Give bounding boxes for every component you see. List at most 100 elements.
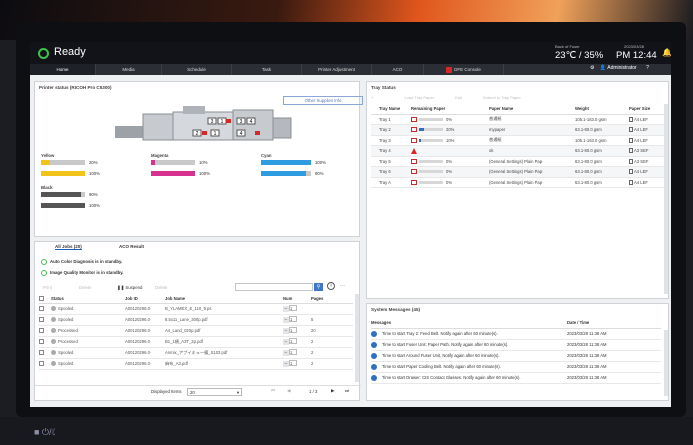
- job-checkbox[interactable]: [39, 328, 44, 334]
- tab-aco-result[interactable]: ACO Result: [119, 244, 144, 249]
- edit-tray-button[interactable]: Edit: [455, 95, 462, 100]
- job-row[interactable]: Processed A00120296.0· A4_Land_020p.pdf −1 2…: [39, 325, 353, 337]
- job-checkbox[interactable]: [39, 350, 44, 356]
- col-pages[interactable]: Pages: [311, 294, 353, 304]
- tab-aco[interactable]: ACO: [372, 64, 424, 75]
- message-row[interactable]: Time to start Tray 2: Feed Belt. Notify …: [371, 328, 661, 340]
- copies-input[interactable]: 1: [289, 349, 297, 356]
- tab-schedule[interactable]: Schedule: [162, 64, 232, 75]
- job-row[interactable]: Spooled A00120296.0· 麻布_A3.pdf −1 2: [39, 358, 353, 370]
- job-status-icon: [51, 317, 56, 323]
- user-name[interactable]: Administrator: [607, 65, 636, 71]
- supply-percent: 90%: [89, 191, 98, 197]
- job-name-cell: B1_1横_A3T_2p.pdf: [165, 336, 283, 348]
- tray-row[interactable]: Tray 4 ok 63.1-80.0 gsm A3 SEF: [371, 145, 667, 157]
- copies-input[interactable]: 1: [289, 327, 297, 334]
- header-bar: Ready Back of Fuser 23℃ / 35% 2023/03/28…: [30, 42, 671, 64]
- tab-media[interactable]: Media: [96, 64, 162, 75]
- extend-tray-button[interactable]: Extend to Tray Paper: [483, 95, 521, 100]
- tray-row[interactable]: Tray 3 10% 普通紙 105.1-163.0 gsm A4 LEF: [371, 135, 667, 146]
- message-row[interactable]: Time to start Paper Cooling Belt. Notify…: [371, 361, 661, 373]
- col-paper-size[interactable]: Paper Size: [629, 104, 667, 115]
- message-row[interactable]: Time to start Drawer: CIS Contact Glasse…: [371, 372, 661, 384]
- col-job-id[interactable]: Job ID: [125, 294, 165, 304]
- job-checkbox[interactable]: [39, 361, 44, 367]
- job-row[interactable]: Spooled A00120296.0· Anmix_アプイキュー備_S103.pd…: [39, 347, 353, 359]
- printer-illustration[interactable]: 3 1 3 4 2 1 4: [113, 104, 293, 144]
- suspend-button[interactable]: ❚❚ Suspend: [117, 285, 142, 291]
- paper-size-icon: [629, 179, 633, 185]
- search-icon[interactable]: ⚲: [314, 283, 323, 291]
- prev-page-icon[interactable]: ◀: [287, 388, 290, 394]
- info-icon[interactable]: i: [327, 282, 335, 290]
- delete-button-2[interactable]: Delete: [155, 285, 167, 290]
- displayed-items-select[interactable]: 20 ▾: [187, 388, 242, 396]
- load-tray-paper-button[interactable]: Load Tray Paper: [404, 95, 434, 100]
- copies-input[interactable]: 1: [289, 338, 297, 345]
- print-button[interactable]: Print: [43, 285, 52, 290]
- jobs-scrollbar[interactable]: [355, 294, 359, 382]
- paper-name: 普通紙: [489, 116, 502, 122]
- tray-scrollbar[interactable]: [664, 104, 668, 294]
- col-weight[interactable]: Weight: [575, 104, 629, 115]
- image-quality-status: Image Quality Monitor is in standby.: [41, 270, 123, 276]
- next-page-icon[interactable]: ▶: [331, 388, 334, 394]
- supply-percent: 100%: [89, 202, 100, 208]
- remaining-cell: 0%: [411, 156, 489, 167]
- tray-icon: [411, 137, 417, 143]
- supply-level-fill: [41, 160, 50, 165]
- job-id-cell: A00120296.0·: [125, 314, 165, 326]
- message-text: Time to start Drawer: CIS Contact Glasse…: [382, 374, 521, 380]
- last-page-icon[interactable]: ⏭: [345, 388, 349, 393]
- job-checkbox[interactable]: [39, 339, 44, 345]
- job-search-input[interactable]: [235, 283, 313, 291]
- col-paper-name[interactable]: Paper Name: [489, 104, 575, 115]
- add-tray-button[interactable]: +: [371, 95, 373, 100]
- tab-all-jobs[interactable]: All Jobs (20): [55, 244, 82, 250]
- message-row[interactable]: Time to start Fuser Unit: Paper Path. No…: [371, 339, 661, 351]
- job-name: 麻布_A3.pdf: [165, 360, 188, 366]
- job-status-cell: Spooled: [51, 347, 125, 359]
- tray-row[interactable]: Tray 6 0% (General Settings) Plain Pap· 63.…: [371, 166, 667, 178]
- tab-home[interactable]: Home: [30, 64, 96, 75]
- first-page-icon[interactable]: ⏮: [271, 388, 275, 393]
- more-icon[interactable]: ⋯: [340, 283, 345, 289]
- col-messages[interactable]: Messages: [371, 318, 567, 329]
- tab-printer-adjustment[interactable]: Printer Adjustment: [302, 64, 372, 75]
- copies-input[interactable]: 1: [289, 360, 297, 367]
- help-icon[interactable]: ?: [646, 65, 649, 71]
- tray-row[interactable]: Tray 1 0% 普通紙 105.1-163.0 gsm A4 LEF: [371, 114, 667, 125]
- copies-input[interactable]: 1: [289, 316, 297, 323]
- tray-row[interactable]: Tray 2 20% mypaper 63.1-80.0 gsm A4 LEF: [371, 124, 667, 136]
- gear-icon[interactable]: ⚙: [590, 65, 594, 71]
- job-row[interactable]: Spooled A00120296.0· 8.5x11_Lane_300p.pdf −…: [39, 314, 353, 326]
- tab-dfe-console[interactable]: DFE Console: [424, 64, 504, 75]
- supply-level-bar: [151, 171, 195, 176]
- job-check-cell: [39, 325, 51, 337]
- tray-row[interactable]: Tray A 0% (General Settings) Plain Pap· 63.…: [371, 177, 667, 188]
- select-all-checkbox[interactable]: [39, 295, 44, 301]
- messages-scrollbar[interactable]: [664, 330, 668, 396]
- job-row[interactable]: Spooled A00120296.0· B_YLAMEX_E_110_9.ps −1: [39, 303, 353, 315]
- message-text-cell: Time to start Around Fuser Unit. Notify …: [371, 350, 567, 362]
- col-tray-name[interactable]: Tray Name: [371, 104, 411, 115]
- message-row[interactable]: Time to start Around Fuser Unit. Notify …: [371, 350, 661, 362]
- col-num[interactable]: Num: [283, 294, 311, 304]
- copies-input[interactable]: 1: [289, 305, 297, 312]
- delete-button[interactable]: Delete: [79, 285, 91, 290]
- other-supplies-button[interactable]: Other Supplies Info: [283, 96, 363, 105]
- col-date-time[interactable]: Date / Time: [567, 318, 661, 329]
- job-checkbox[interactable]: [39, 317, 44, 323]
- tray-row[interactable]: Tray 5 0% (General Settings) Plain Pap· 63.…: [371, 156, 667, 167]
- job-row[interactable]: Processed A00120296.0· B1_1横_A3T_2p.pdf −1 2: [39, 336, 353, 348]
- col-status[interactable]: Status: [51, 294, 125, 304]
- tab-task[interactable]: Task: [232, 64, 302, 75]
- col-job-name[interactable]: Job Name: [165, 294, 283, 304]
- col-remaining-paper[interactable]: Remaining Paper: [411, 104, 489, 115]
- notification-bell-icon[interactable]: 🔔: [662, 48, 671, 57]
- supply-percent: 10%: [199, 159, 208, 165]
- paper-name-cell: ok: [489, 145, 575, 157]
- job-num-cell: −1: [283, 347, 311, 359]
- paper-size: A4 LEF: [634, 179, 648, 185]
- job-checkbox[interactable]: [39, 306, 44, 312]
